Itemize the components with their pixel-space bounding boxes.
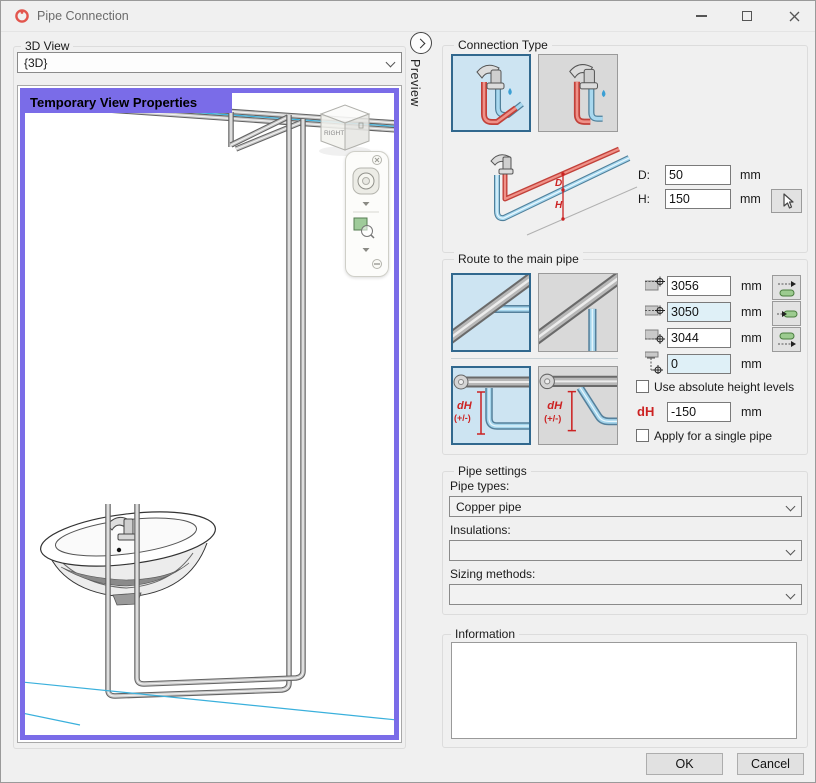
group-route-label: Route to the main pipe [454, 252, 583, 267]
chevron-right-icon [416, 38, 426, 48]
insulations-label: Insulations: [450, 523, 511, 537]
pipe-types-label: Pipe types: [450, 479, 509, 493]
dh-thumb-label: dH [457, 400, 473, 412]
offset-top-unit: mm [741, 279, 762, 293]
offset-top-input[interactable] [667, 276, 731, 296]
d-input[interactable] [665, 165, 731, 185]
offset-height-input[interactable] [667, 354, 731, 374]
window-title: Pipe Connection [37, 9, 129, 23]
dh-thumb-sublabel: (+/-) [454, 413, 471, 423]
viewcube[interactable]: RIGHT [319, 105, 371, 156]
route-vertical-branch-thumbnail[interactable] [538, 273, 618, 352]
h-unit: mm [740, 192, 761, 206]
connection-type-trap-thumbnail[interactable] [451, 54, 531, 132]
offset-height-unit: mm [741, 357, 762, 371]
offset-bottom-icon [645, 326, 665, 348]
offset-center-input[interactable] [667, 302, 731, 322]
group-pipe-settings-label: Pipe settings [454, 464, 531, 479]
steering-wheel-icon[interactable] [353, 168, 379, 194]
align-center-button[interactable] [772, 301, 801, 326]
preview-label: Preview [408, 59, 422, 107]
offset-center-icon [645, 300, 665, 322]
droplet-icon [508, 88, 512, 95]
sizing-methods-label: Sizing methods: [450, 567, 535, 581]
dh-label: dH [637, 405, 654, 419]
dh-thumb-label: dH [547, 400, 563, 412]
navbar-minimize-icon[interactable] [373, 260, 382, 269]
group-information-label: Information [451, 627, 519, 642]
d-label: D: [638, 168, 650, 182]
chevron-down-icon [786, 590, 796, 600]
temporary-view-banner[interactable]: Temporary View Properties [25, 93, 232, 113]
offset-height-icon [645, 350, 665, 374]
pipe-types-combo[interactable]: Copper pipe [449, 496, 802, 517]
sink-drawing [38, 503, 219, 605]
navigation-bar[interactable] [345, 151, 389, 277]
d-unit: mm [740, 168, 761, 182]
dh-thumb-sublabel: (+/-) [544, 413, 561, 423]
3d-view-container: RIGHT Temporary View Properties [17, 85, 402, 743]
maximize-icon [742, 11, 752, 21]
pick-point-button[interactable] [771, 189, 802, 213]
dh-diagram: D H [477, 143, 657, 243]
pipes-drawing [25, 97, 394, 696]
app-icon [14, 8, 30, 24]
cancel-button[interactable]: Cancel [737, 753, 804, 775]
level-line [25, 682, 394, 720]
view-selector-value: {3D} [24, 56, 47, 70]
navbar-close-icon[interactable] [373, 156, 382, 165]
navbar-caret-icon[interactable] [363, 202, 370, 206]
close-button[interactable] [771, 1, 816, 31]
align-top-button[interactable] [772, 275, 801, 300]
information-textarea[interactable] [451, 642, 797, 739]
h-input[interactable] [665, 189, 731, 209]
offset-bottom-unit: mm [741, 331, 762, 345]
connection-type-straight-thumbnail[interactable] [538, 54, 618, 132]
pipe-connection-dialog: Pipe Connection 3D View {3D} [0, 0, 816, 783]
navbar-caret2-icon[interactable] [363, 248, 370, 252]
dh-unit: mm [741, 405, 762, 419]
align-bottom-icon [776, 330, 798, 350]
collapse-preview-button[interactable] [410, 32, 432, 54]
align-bottom-button[interactable] [772, 327, 801, 352]
chevron-down-icon [786, 502, 796, 512]
title-bar: Pipe Connection [1, 1, 815, 32]
level-line-2 [25, 713, 80, 725]
viewcube-face-label: RIGHT [324, 130, 344, 137]
zoom-icon[interactable] [354, 218, 374, 238]
minimize-button[interactable] [679, 1, 723, 31]
cursor-arrow-icon [779, 192, 795, 210]
offset-top-icon [645, 274, 665, 296]
close-icon [789, 11, 800, 22]
single-pipe-checkbox[interactable] [636, 429, 649, 442]
sizing-methods-combo[interactable] [449, 584, 802, 605]
h-label: H: [638, 192, 650, 206]
maximize-button[interactable] [725, 1, 769, 31]
use-absolute-label: Use absolute height levels [654, 380, 794, 394]
diagram-d-label: D [555, 178, 562, 189]
3d-viewport[interactable]: RIGHT Temporary View Properties [20, 88, 399, 740]
chevron-down-icon [386, 58, 396, 68]
use-absolute-checkbox[interactable] [636, 380, 649, 393]
group-connection-type-label: Connection Type [454, 38, 552, 53]
single-pipe-label: Apply for a single pipe [654, 429, 772, 443]
pipe-types-value: Copper pipe [456, 500, 521, 514]
offset-center-unit: mm [741, 305, 762, 319]
route-dh-rightangle-thumbnail[interactable]: dH (+/-) [451, 366, 531, 445]
route-horizontal-branch-thumbnail[interactable] [451, 273, 531, 352]
view-selector-combo[interactable]: {3D} [17, 52, 402, 73]
align-center-icon [776, 304, 798, 324]
3d-scene: RIGHT [25, 93, 394, 735]
ok-button[interactable]: OK [646, 753, 723, 775]
align-top-icon [776, 278, 798, 298]
minimize-icon [696, 15, 707, 16]
chevron-down-icon [786, 546, 796, 556]
diagram-h-label: H [555, 200, 563, 211]
thumb-divider [451, 358, 618, 359]
dh-input[interactable] [667, 402, 731, 422]
route-dh-sloped-thumbnail[interactable]: dH (+/-) [538, 366, 618, 445]
droplet-icon [602, 90, 606, 97]
insulations-combo[interactable] [449, 540, 802, 561]
offset-bottom-input[interactable] [667, 328, 731, 348]
